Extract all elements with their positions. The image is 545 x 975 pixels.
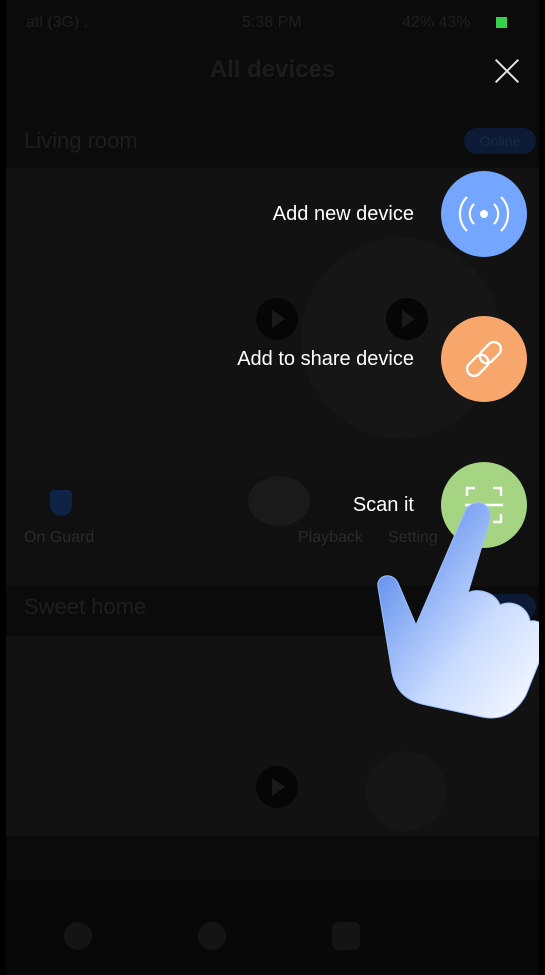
shield-icon[interactable] [50, 490, 72, 516]
group-title-sweet-home: Sweet home [24, 594, 147, 619]
message-tab-icon[interactable] [332, 922, 360, 950]
on-guard-label[interactable]: On Guard [24, 529, 94, 547]
close-button[interactable] [492, 56, 522, 86]
app-screen: atl (3G) . 5:38 PM 42% 43% All devices L… [6, 0, 539, 975]
center-button[interactable] [248, 476, 310, 526]
home-tab-icon[interactable] [64, 922, 92, 950]
status-badge: Online [464, 128, 536, 154]
play-icon[interactable] [256, 298, 298, 340]
status-time: 5:38 PM [242, 14, 302, 31]
add-share-device-button[interactable] [441, 316, 527, 402]
play-icon[interactable] [386, 298, 428, 340]
carrier-text: atl (3G) . [26, 14, 89, 31]
hand-pointer-icon [377, 502, 539, 719]
battery-icon [496, 17, 507, 28]
menu-item-add-new-device-label[interactable]: Add new device [273, 203, 414, 226]
radar-signal-icon [458, 196, 510, 232]
menu-item-share-device-label[interactable]: Add to share device [237, 348, 414, 371]
playback-label[interactable]: Playback [298, 529, 363, 547]
profile-tab-icon[interactable] [198, 922, 226, 950]
link-icon [465, 340, 503, 378]
battery-text: 42% 43% [402, 14, 471, 31]
page-title: All devices [209, 56, 336, 83]
add-new-device-button[interactable] [441, 171, 527, 257]
group-title-living-room: Living room [24, 128, 138, 153]
status-bar: atl (3G) . 5:38 PM 42% 43% [6, 0, 539, 46]
camera-device-image [366, 751, 446, 831]
play-icon[interactable] [256, 766, 298, 808]
